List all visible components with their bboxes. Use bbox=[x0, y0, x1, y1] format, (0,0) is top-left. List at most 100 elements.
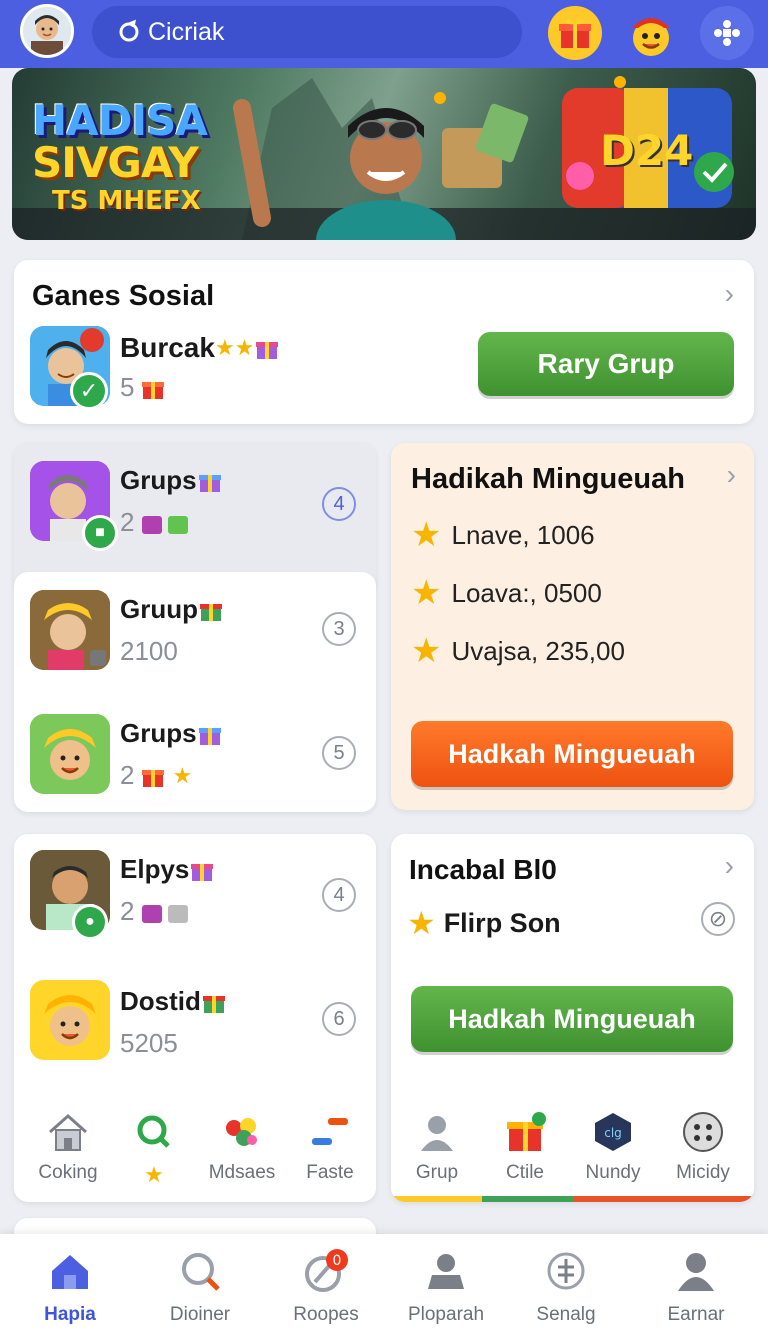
nav-item-profile-card[interactable]: Ploparah bbox=[386, 1248, 506, 1326]
mini-nav-coking[interactable]: Coking bbox=[28, 1110, 108, 1184]
chevron-right-icon[interactable]: › bbox=[725, 850, 734, 882]
group-rank-badge: 4 bbox=[322, 878, 356, 912]
group-rank-badge: 5 bbox=[322, 736, 356, 770]
slash-circle-icon[interactable]: ⊘ bbox=[701, 902, 735, 936]
cubes-icon bbox=[142, 904, 189, 923]
nav-item-search[interactable]: Dioiner bbox=[140, 1248, 260, 1326]
promo-banner[interactable]: HADISA SIVGAY TS MHEFX D24 bbox=[12, 68, 756, 240]
mini-nav-micidy[interactable]: Micidy bbox=[663, 1110, 743, 1184]
group-name-row[interactable]: Elpys bbox=[120, 854, 217, 885]
games-social-item-name: Burcak bbox=[120, 332, 215, 363]
mini-nav-grup[interactable]: Grup bbox=[397, 1110, 477, 1184]
gift-icon bbox=[507, 1112, 546, 1151]
group-name: Elpys bbox=[120, 854, 190, 884]
group-avatar-icon bbox=[30, 980, 110, 1060]
weekly-rewards-card: Hadikah Mingueuah › ★ Lnave, 1006 ★ Loav… bbox=[391, 443, 754, 810]
incabal-item: Flirp Son bbox=[443, 907, 561, 938]
chevron-right-icon[interactable]: › bbox=[727, 459, 736, 491]
group-rank-badge: 3 bbox=[322, 612, 356, 646]
mini-nav-search[interactable]: ★ bbox=[114, 1110, 194, 1188]
group-name-row[interactable]: Grups bbox=[120, 718, 225, 749]
incabal-claim-button[interactable]: Hadkah Mingueuah bbox=[411, 986, 733, 1052]
group-count: 2100 bbox=[120, 636, 178, 666]
games-social-item[interactable]: Burcak ★ ★ bbox=[120, 332, 280, 364]
incabal-title: Incabal Bl0 bbox=[409, 854, 557, 885]
banner-chest-text: D24 bbox=[600, 126, 694, 175]
gift-icon bbox=[191, 863, 214, 881]
incabal-card: Incabal Bl0 › ★ Flirp Son ⊘ Hadkah Mingu… bbox=[391, 834, 754, 1202]
group-rank-badge: 4 bbox=[322, 487, 356, 521]
star-icon: ★ bbox=[172, 762, 193, 788]
mini-nav-mdsaes[interactable]: Mdsaes bbox=[202, 1110, 282, 1184]
games-social-title: Ganes Sosial bbox=[32, 280, 215, 312]
reward-value: Lnave, 1006 bbox=[451, 519, 595, 550]
dots-circle-icon bbox=[683, 1112, 723, 1152]
group-name: Gruup bbox=[120, 594, 198, 624]
nav-item-home[interactable]: Hapia bbox=[10, 1248, 130, 1326]
nav-item-user[interactable]: Earnar bbox=[636, 1248, 756, 1326]
apps-menu-button[interactable] bbox=[700, 6, 754, 60]
star-icon: ★ bbox=[411, 516, 442, 554]
mascot-icon-button[interactable] bbox=[624, 6, 678, 60]
group-name-row[interactable]: Grups bbox=[120, 465, 223, 496]
group-name: Dostid bbox=[120, 986, 201, 1016]
group-thumbnail[interactable] bbox=[30, 980, 110, 1060]
mini-nav-label: Ctile bbox=[505, 1162, 544, 1183]
verified-check-icon: ✓ bbox=[70, 372, 108, 410]
group-thumbnail[interactable] bbox=[30, 714, 110, 794]
mini-nav-label: Grup bbox=[415, 1162, 459, 1183]
group-name-row[interactable]: Dostid bbox=[120, 986, 229, 1017]
incabal-item-row[interactable]: ★ Flirp Son bbox=[407, 904, 561, 942]
mini-nav-label: Mdsaes bbox=[208, 1162, 276, 1183]
gift-icon bbox=[256, 342, 279, 359]
mascot-face-icon bbox=[632, 18, 670, 56]
group-count: 5205 bbox=[120, 1028, 178, 1058]
chevron-right-icon[interactable]: › bbox=[725, 278, 734, 310]
notification-badge-count: 0 bbox=[333, 1253, 342, 1269]
top-app-bar: Cicriak bbox=[0, 0, 768, 68]
group-count-row: 2 bbox=[120, 507, 192, 538]
games-social-count: 5 bbox=[120, 372, 135, 402]
rary-grup-button[interactable]: Rary Grup bbox=[478, 332, 734, 396]
compass-icon: 0 bbox=[305, 1249, 348, 1292]
search-bar[interactable]: Cicriak bbox=[92, 6, 522, 58]
gift-icon bbox=[198, 474, 221, 492]
banner-title-line2: SIVGAY bbox=[32, 138, 199, 187]
group-name: Grups bbox=[120, 718, 197, 748]
progress-stripe bbox=[391, 1196, 754, 1202]
gift-icon-button[interactable] bbox=[548, 6, 602, 60]
claim-weekly-button[interactable]: Hadkah Mingueuah bbox=[411, 721, 733, 787]
star-icon: ★ bbox=[411, 632, 442, 670]
group-count: 2 bbox=[120, 896, 135, 926]
nav-label: Roopes bbox=[293, 1304, 359, 1325]
search-text: Cicriak bbox=[148, 17, 225, 46]
user-avatar[interactable] bbox=[20, 4, 74, 58]
nav-item-compass[interactable]: 0 Roopes bbox=[266, 1248, 386, 1326]
group-list-card-1: ■ Grups 2 4 bbox=[14, 443, 376, 593]
mini-nav-label: Micidy bbox=[676, 1162, 730, 1183]
group-name: Grups bbox=[120, 465, 197, 495]
group-thumbnail[interactable] bbox=[30, 590, 110, 670]
hexagon-icon: clg bbox=[595, 1113, 631, 1151]
gift-icon bbox=[142, 769, 165, 787]
group-avatar-icon bbox=[30, 590, 110, 670]
star-icon: ★ bbox=[144, 1162, 164, 1187]
gift-icon bbox=[142, 381, 165, 399]
reward-row: ★ Lnave, 1006 bbox=[411, 515, 595, 555]
mini-nav-label: Coking bbox=[38, 1162, 98, 1183]
blocks-icon bbox=[312, 1118, 348, 1145]
mini-nav-nundy[interactable]: clg Nundy bbox=[573, 1110, 653, 1184]
banner-title-line3: TS MHEFX bbox=[52, 186, 201, 216]
house-icon bbox=[49, 1113, 87, 1151]
group-name-row[interactable]: Gruup bbox=[120, 594, 226, 625]
group-count: 2 bbox=[120, 760, 135, 790]
games-social-count-row: 5 bbox=[120, 372, 166, 403]
nav-item-equal[interactable]: Senalg bbox=[506, 1248, 626, 1326]
star-icon: ★ bbox=[411, 574, 442, 612]
mini-nav-ctile[interactable]: Ctile bbox=[485, 1110, 565, 1184]
group-count-row: 2 bbox=[120, 896, 192, 927]
nav-label: Senalg bbox=[536, 1304, 596, 1325]
svg-text:clg: clg bbox=[604, 1126, 622, 1140]
mini-nav-faste[interactable]: Faste bbox=[290, 1110, 370, 1184]
reward-value: Uvajsa, 235,00 bbox=[451, 635, 625, 666]
